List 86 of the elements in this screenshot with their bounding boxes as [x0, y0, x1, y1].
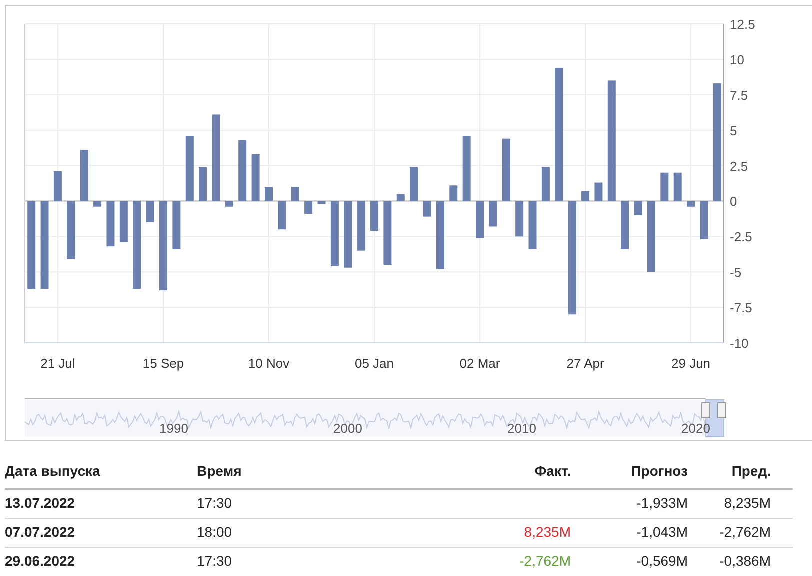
bar	[528, 201, 537, 250]
table-cell: 8,235M	[524, 524, 571, 540]
bar	[489, 201, 498, 227]
bar	[516, 201, 524, 237]
table-cell: 17:30	[197, 547, 397, 576]
navigator-year-label: 2010	[508, 421, 536, 436]
bar	[647, 201, 656, 272]
bar	[462, 136, 471, 202]
bar	[291, 187, 300, 202]
bar	[265, 187, 273, 202]
range-handle[interactable]	[702, 402, 710, 418]
bar	[238, 140, 247, 202]
bar	[278, 201, 286, 230]
bar	[357, 201, 366, 251]
bar	[318, 201, 326, 204]
y-axis-label: 0	[730, 194, 738, 210]
table-cell: 18:00	[197, 518, 397, 547]
bar	[146, 201, 154, 222]
column-header: Пред.	[688, 461, 793, 489]
x-axis-label: 15 Sep	[142, 356, 184, 371]
bar	[330, 201, 339, 266]
bar	[476, 201, 484, 238]
bar	[502, 138, 510, 202]
bar	[225, 201, 234, 207]
bar	[674, 172, 682, 202]
table-cell: 29.06.2022	[5, 547, 197, 576]
y-axis-label: -5	[730, 265, 742, 280]
bar	[396, 194, 405, 202]
y-axis-label: -7.5	[730, 300, 752, 316]
bar	[687, 201, 696, 207]
bar	[106, 201, 115, 247]
column-header: Прогноз	[571, 461, 688, 489]
bar	[582, 191, 590, 202]
x-axis-label: 10 Nov	[248, 356, 290, 371]
table-cell: 07.07.2022	[5, 518, 197, 547]
x-axis-label: 02 Mar	[460, 356, 500, 371]
bar	[120, 201, 128, 242]
bar	[594, 182, 603, 202]
bar	[634, 201, 642, 216]
bar	[423, 201, 432, 217]
y-axis-label: 10	[730, 52, 744, 68]
bar	[660, 172, 669, 202]
bar	[172, 201, 181, 250]
bar	[700, 201, 708, 240]
table-cell: -1,933M	[571, 489, 688, 518]
y-axis-label: 7.5	[730, 88, 748, 103]
y-axis-label: 12.5	[730, 17, 756, 32]
navigator-year-label: 2000	[334, 421, 362, 436]
bar	[54, 171, 62, 202]
y-axis-label: 2.5	[730, 158, 748, 174]
bar	[186, 136, 194, 202]
x-axis-label: 21 Jul	[40, 356, 76, 371]
column-header: Факт.	[397, 461, 571, 489]
table-cell: -2,762M	[520, 553, 571, 569]
x-axis-label: 27 Apr	[566, 356, 604, 371]
table-cell: -0,386M	[688, 547, 793, 576]
table-cell: 13.07.2022	[5, 489, 197, 518]
bar	[67, 201, 76, 260]
bar	[621, 201, 630, 250]
bar	[199, 167, 208, 202]
table-cell: -0,569M	[571, 547, 688, 576]
table-cell: 8,235M	[688, 489, 793, 518]
table-cell: -2,762M	[688, 518, 793, 547]
range-handle[interactable]	[718, 402, 726, 418]
bar	[436, 201, 444, 270]
x-axis-label: 29 Jun	[672, 356, 711, 371]
bar	[384, 201, 392, 266]
column-header: Дата выпуска	[5, 461, 197, 489]
bar	[94, 201, 102, 207]
bar	[344, 201, 352, 268]
navigator-year-label: 1990	[160, 421, 188, 436]
y-axis-label: -2.5	[730, 230, 752, 245]
y-axis-label: -10	[730, 336, 749, 351]
bar	[252, 154, 260, 202]
bar	[304, 201, 313, 214]
navigator-year-label: 2020	[682, 421, 710, 436]
y-axis-label: 5	[730, 123, 738, 138]
bar	[450, 186, 458, 202]
column-header: Время	[197, 461, 397, 489]
table-cell: -1,043M	[571, 518, 688, 547]
bar	[542, 167, 550, 202]
table-cell: 17:30	[197, 489, 397, 518]
bar	[80, 150, 88, 202]
x-axis-label: 05 Jan	[354, 356, 394, 371]
bar	[410, 167, 418, 202]
bar	[370, 201, 378, 231]
